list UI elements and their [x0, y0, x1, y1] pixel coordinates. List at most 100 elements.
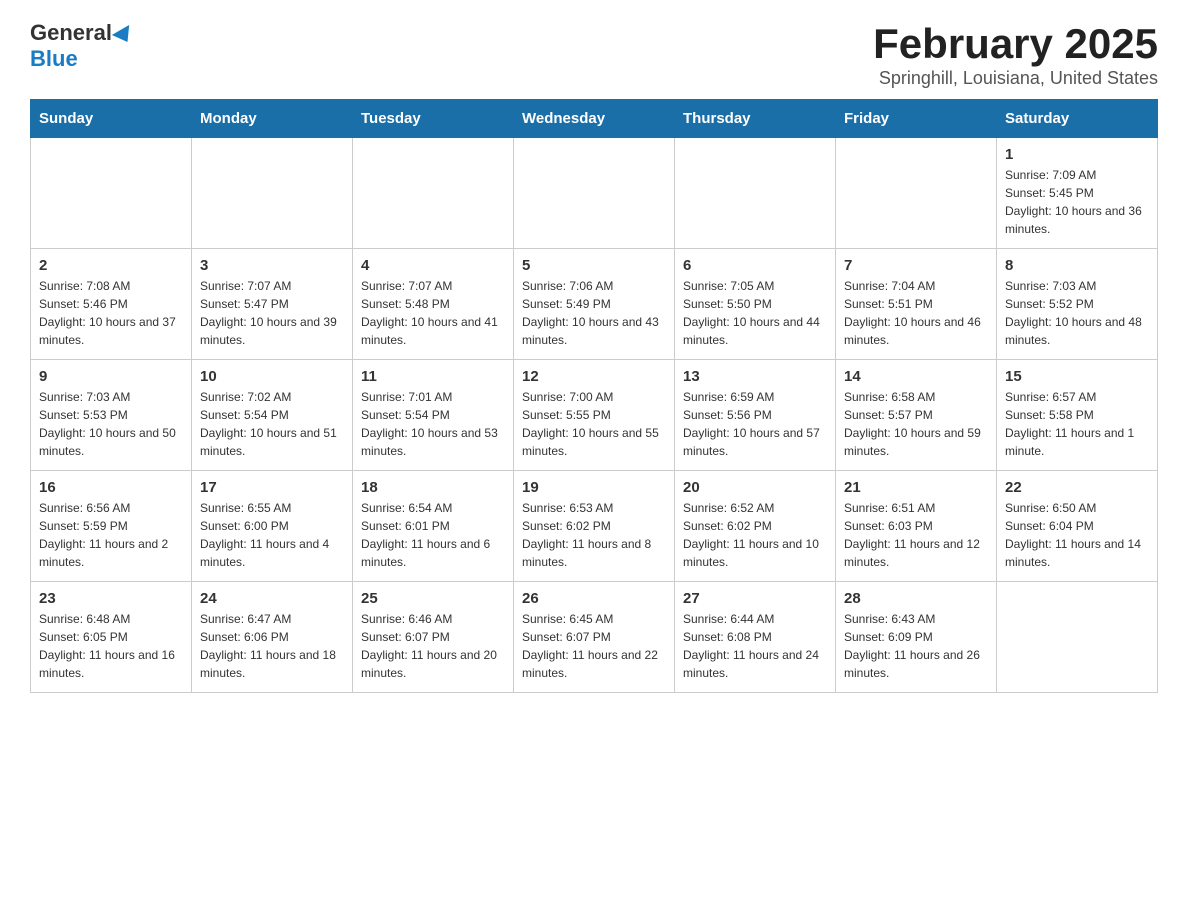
day-info: Sunrise: 7:00 AMSunset: 5:55 PMDaylight:… — [522, 388, 666, 460]
calendar-cell: 26Sunrise: 6:45 AMSunset: 6:07 PMDayligh… — [514, 582, 675, 693]
calendar-cell: 12 Sunrise: 7:00 AMSunset: 5:55 PMDayligh… — [514, 360, 675, 471]
logo-general-text: General — [30, 20, 112, 45]
day-info: Sunrise: 7:02 AMSunset: 5:54 PMDaylight:… — [200, 388, 344, 460]
weekday-row: Sunday Monday Tuesday Wednesday Thursday… — [31, 100, 1158, 138]
calendar-cell — [514, 138, 675, 249]
day-number: 3 — [200, 257, 344, 274]
header-sunday: Sunday — [31, 100, 192, 138]
day-number: 11 — [361, 368, 505, 385]
day-info: Sunrise: 6:56 AMSunset: 5:59 PMDaylight:… — [39, 499, 183, 571]
calendar-week-2: 2 Sunrise: 7:08 AMSunset: 5:46 PMDaylight… — [31, 249, 1158, 360]
calendar-cell: 11 Sunrise: 7:01 AMSunset: 5:54 PMDayligh… — [353, 360, 514, 471]
page-header: General Blue February 2025 Springhill, L… — [30, 20, 1158, 89]
header-friday: Friday — [836, 100, 997, 138]
day-info: Sunrise: 7:04 AMSunset: 5:51 PMDaylight:… — [844, 277, 988, 349]
day-number: 15 — [1005, 368, 1149, 385]
day-number: 12 — [522, 368, 666, 385]
day-number: 19 — [522, 479, 666, 496]
day-number: 25 — [361, 590, 505, 607]
day-info: Sunrise: 6:43 AMSunset: 6:09 PMDaylight:… — [844, 610, 988, 682]
calendar-cell: 3 Sunrise: 7:07 AMSunset: 5:47 PMDaylight… — [192, 249, 353, 360]
day-number: 13 — [683, 368, 827, 385]
calendar-cell — [675, 138, 836, 249]
calendar-cell: 16Sunrise: 6:56 AMSunset: 5:59 PMDayligh… — [31, 471, 192, 582]
calendar-cell — [192, 138, 353, 249]
day-info: Sunrise: 6:47 AMSunset: 6:06 PMDaylight:… — [200, 610, 344, 682]
day-info: Sunrise: 7:09 AMSunset: 5:45 PMDaylight:… — [1005, 166, 1149, 238]
header-monday: Monday — [192, 100, 353, 138]
calendar-subtitle: Springhill, Louisiana, United States — [873, 68, 1158, 89]
day-info: Sunrise: 7:08 AMSunset: 5:46 PMDaylight:… — [39, 277, 183, 349]
calendar-week-3: 9 Sunrise: 7:03 AMSunset: 5:53 PMDaylight… — [31, 360, 1158, 471]
day-info: Sunrise: 7:05 AMSunset: 5:50 PMDaylight:… — [683, 277, 827, 349]
day-number: 17 — [200, 479, 344, 496]
day-info: Sunrise: 6:59 AMSunset: 5:56 PMDaylight:… — [683, 388, 827, 460]
day-number: 28 — [844, 590, 988, 607]
calendar-cell — [353, 138, 514, 249]
calendar-cell: 13 Sunrise: 6:59 AMSunset: 5:56 PMDayligh… — [675, 360, 836, 471]
day-number: 8 — [1005, 257, 1149, 274]
calendar-cell: 17 Sunrise: 6:55 AMSunset: 6:00 PMDayligh… — [192, 471, 353, 582]
calendar-cell: 19 Sunrise: 6:53 AMSunset: 6:02 PMDayligh… — [514, 471, 675, 582]
day-number: 10 — [200, 368, 344, 385]
calendar-cell: 1Sunrise: 7:09 AMSunset: 5:45 PMDaylight… — [997, 138, 1158, 249]
calendar-body: 1Sunrise: 7:09 AMSunset: 5:45 PMDaylight… — [31, 138, 1158, 693]
calendar-cell: 5Sunrise: 7:06 AMSunset: 5:49 PMDaylight… — [514, 249, 675, 360]
day-number: 22 — [1005, 479, 1149, 496]
day-number: 4 — [361, 257, 505, 274]
calendar-cell: 24Sunrise: 6:47 AMSunset: 6:06 PMDayligh… — [192, 582, 353, 693]
day-info: Sunrise: 7:07 AMSunset: 5:48 PMDaylight:… — [361, 277, 505, 349]
day-info: Sunrise: 6:55 AMSunset: 6:00 PMDaylight:… — [200, 499, 344, 571]
day-info: Sunrise: 7:03 AMSunset: 5:53 PMDaylight:… — [39, 388, 183, 460]
header-thursday: Thursday — [675, 100, 836, 138]
day-info: Sunrise: 6:50 AMSunset: 6:04 PMDaylight:… — [1005, 499, 1149, 571]
day-number: 9 — [39, 368, 183, 385]
logo-blue-text: Blue — [30, 46, 78, 71]
calendar-cell: 7 Sunrise: 7:04 AMSunset: 5:51 PMDaylight… — [836, 249, 997, 360]
day-number: 18 — [361, 479, 505, 496]
calendar-cell: 27 Sunrise: 6:44 AMSunset: 6:08 PMDayligh… — [675, 582, 836, 693]
calendar-cell — [836, 138, 997, 249]
day-info: Sunrise: 6:57 AMSunset: 5:58 PMDaylight:… — [1005, 388, 1149, 460]
day-info: Sunrise: 7:07 AMSunset: 5:47 PMDaylight:… — [200, 277, 344, 349]
calendar-cell — [31, 138, 192, 249]
day-info: Sunrise: 7:01 AMSunset: 5:54 PMDaylight:… — [361, 388, 505, 460]
day-number: 20 — [683, 479, 827, 496]
calendar-cell: 14Sunrise: 6:58 AMSunset: 5:57 PMDayligh… — [836, 360, 997, 471]
day-info: Sunrise: 7:03 AMSunset: 5:52 PMDaylight:… — [1005, 277, 1149, 349]
calendar-table: Sunday Monday Tuesday Wednesday Thursday… — [30, 99, 1158, 693]
calendar-header: Sunday Monday Tuesday Wednesday Thursday… — [31, 100, 1158, 138]
header-wednesday: Wednesday — [514, 100, 675, 138]
day-info: Sunrise: 6:46 AMSunset: 6:07 PMDaylight:… — [361, 610, 505, 682]
calendar-cell: 25 Sunrise: 6:46 AMSunset: 6:07 PMDayligh… — [353, 582, 514, 693]
calendar-cell: 20 Sunrise: 6:52 AMSunset: 6:02 PMDayligh… — [675, 471, 836, 582]
day-info: Sunrise: 6:44 AMSunset: 6:08 PMDaylight:… — [683, 610, 827, 682]
calendar-title: February 2025 — [873, 20, 1158, 68]
title-block: February 2025 Springhill, Louisiana, Uni… — [873, 20, 1158, 89]
calendar-cell: 6Sunrise: 7:05 AMSunset: 5:50 PMDaylight… — [675, 249, 836, 360]
calendar-cell: 28 Sunrise: 6:43 AMSunset: 6:09 PMDayligh… — [836, 582, 997, 693]
calendar-cell: 8 Sunrise: 7:03 AMSunset: 5:52 PMDaylight… — [997, 249, 1158, 360]
day-info: Sunrise: 6:58 AMSunset: 5:57 PMDaylight:… — [844, 388, 988, 460]
calendar-week-4: 16Sunrise: 6:56 AMSunset: 5:59 PMDayligh… — [31, 471, 1158, 582]
day-info: Sunrise: 6:52 AMSunset: 6:02 PMDaylight:… — [683, 499, 827, 571]
calendar-cell: 18 Sunrise: 6:54 AMSunset: 6:01 PMDayligh… — [353, 471, 514, 582]
day-number: 2 — [39, 257, 183, 274]
calendar-cell: 4 Sunrise: 7:07 AMSunset: 5:48 PMDaylight… — [353, 249, 514, 360]
logo-bottom: Blue — [30, 46, 78, 72]
day-info: Sunrise: 6:54 AMSunset: 6:01 PMDaylight:… — [361, 499, 505, 571]
day-number: 23 — [39, 590, 183, 607]
header-tuesday: Tuesday — [353, 100, 514, 138]
day-number: 27 — [683, 590, 827, 607]
calendar-cell: 2 Sunrise: 7:08 AMSunset: 5:46 PMDaylight… — [31, 249, 192, 360]
logo: General Blue — [30, 20, 134, 72]
logo-triangle-icon — [112, 25, 136, 47]
day-info: Sunrise: 6:48 AMSunset: 6:05 PMDaylight:… — [39, 610, 183, 682]
day-info: Sunrise: 6:53 AMSunset: 6:02 PMDaylight:… — [522, 499, 666, 571]
day-number: 7 — [844, 257, 988, 274]
calendar-cell: 10 Sunrise: 7:02 AMSunset: 5:54 PMDayligh… — [192, 360, 353, 471]
calendar-cell: 22 Sunrise: 6:50 AMSunset: 6:04 PMDayligh… — [997, 471, 1158, 582]
day-number: 26 — [522, 590, 666, 607]
header-saturday: Saturday — [997, 100, 1158, 138]
calendar-week-1: 1Sunrise: 7:09 AMSunset: 5:45 PMDaylight… — [31, 138, 1158, 249]
